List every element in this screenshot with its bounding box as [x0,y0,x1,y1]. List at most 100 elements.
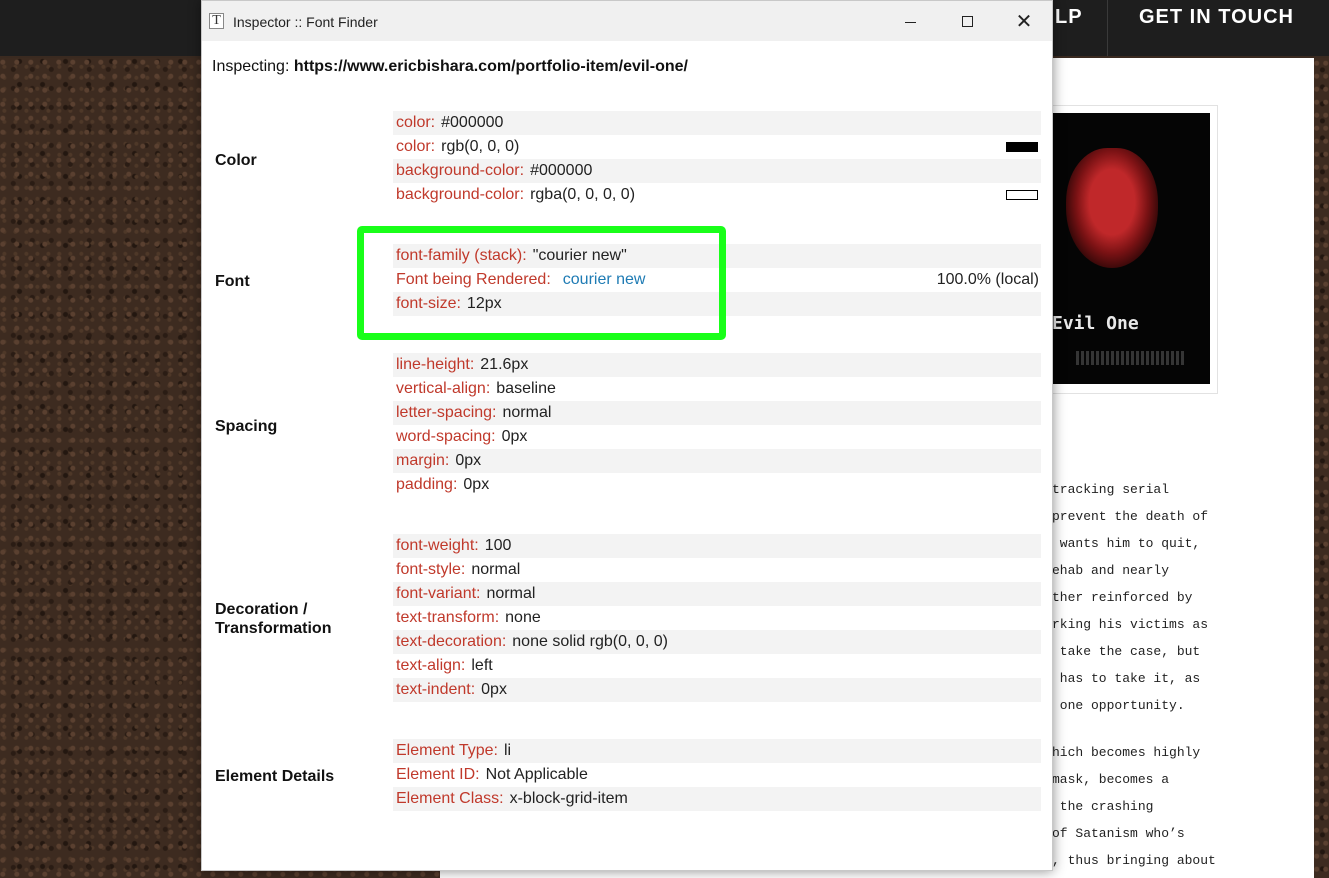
story-line: one opportunity. [1052,698,1185,713]
property-key: Element ID: [396,766,480,783]
property-key: Element Type: [396,742,498,759]
property-key: font-size: [396,295,461,312]
minimize-button[interactable] [897,9,925,35]
property-value: normal [471,561,521,578]
property-value: 0px [481,681,507,698]
property-key: letter-spacing: [396,404,497,421]
property-row: margin: 0px [393,449,1041,473]
inspected-url: https://www.ericbishara.com/portfolio-it… [293,58,688,75]
rendered-font-link[interactable]: courier new [563,271,646,288]
property-value: li [503,742,512,759]
property-row: text-indent: 0px [393,678,1041,702]
inspecting-label: Inspecting: [212,58,290,75]
property-row: Element Type: li [393,739,1041,763]
maximize-button[interactable] [954,9,982,35]
property-row: word-spacing: 0px [393,425,1041,449]
window-title: Inspector :: Font Finder [233,14,378,30]
property-row: color: rgb(0, 0, 0) [393,135,1041,159]
property-key: word-spacing: [396,428,496,445]
property-row: padding: 0px [393,473,1041,497]
property-value: rgb(0, 0, 0) [441,138,520,155]
story-line: prevent the death of [1052,509,1209,524]
inspecting-line: Inspecting: https://www.ericbishara.com/… [212,58,688,76]
color-swatch [1006,142,1038,152]
property-value: none solid rgb(0, 0, 0) [512,633,668,650]
story-line: hich becomes highly [1052,745,1201,760]
story-line: , thus bringing about [1052,853,1216,868]
property-value: baseline [496,380,556,397]
story-paragraph: tracking serial prevent the death of want… [1052,476,1322,719]
story-line: ther reinforced by [1052,590,1193,605]
poster-title: Evil One [1052,313,1139,334]
section-label-spacing: Spacing [215,418,278,435]
property-value: Not Applicable [485,766,588,783]
property-key: font-family (stack): [396,247,527,264]
story-line: has to take it, as [1052,671,1201,686]
property-row: text-decoration: none solid rgb(0, 0, 0) [393,630,1041,654]
section-label-element-details: Element Details [215,768,335,785]
property-value: 100 [484,537,512,554]
poster-credits [1076,351,1186,365]
property-row: Element Class: x-block-grid-item [393,787,1041,811]
property-key: font-variant: [396,585,481,602]
section-label-decoration: Decoration / Transformation [215,600,331,638]
nav-item-get-in-touch[interactable]: GET IN TOUCH [1139,6,1294,29]
element-details-properties: Element Type: li Element ID: Not Applicable… [393,739,1041,811]
section-label-decoration-line1: Decoration / [215,601,308,618]
movie-poster[interactable]: Evil One [1046,113,1210,384]
spacing-properties: line-height: 21.6px vertical-align: baselin… [393,353,1041,497]
property-key: color: [396,114,436,131]
story-line: take the case, but [1052,644,1201,659]
property-value: 21.6px [480,356,529,373]
property-key: background-color: [396,162,525,179]
story-line: tracking serial [1052,482,1170,497]
inspector-window: T Inspector :: Font Finder ✕ Inspecting:… [201,0,1053,871]
property-row: font-size: 12px [393,292,1041,316]
property-value: 0px [455,452,482,469]
property-value: "courier new" [532,247,627,264]
story-line: rking his victims as [1052,617,1209,632]
property-row: font-variant: normal [393,582,1041,606]
close-icon: ✕ [1015,11,1033,33]
property-key: background-color: [396,186,525,203]
property-row: color: #000000 [393,111,1041,135]
property-row: background-color: #000000 [393,159,1041,183]
color-properties: color: #000000 color: rgb(0, 0, 0) backgroun… [393,111,1041,207]
story-line: the crashing [1052,799,1154,814]
story-paragraph: hich becomes highly mask, becomes a the c… [1052,739,1322,874]
property-key: margin: [396,452,450,469]
section-label-decoration-line2: Transformation [215,620,332,637]
devil-mask-image [1066,148,1158,268]
property-value: normal [502,404,552,421]
property-key: text-transform: [396,609,500,626]
property-key: Font being Rendered: [396,271,551,288]
property-value: #000000 [441,114,504,131]
nav-item-help[interactable]: LP [1055,6,1083,29]
property-key: text-indent: [396,681,476,698]
property-value: 0px [501,428,528,445]
title-bar[interactable]: T Inspector :: Font Finder ✕ [202,1,1052,41]
property-row: font-style: normal [393,558,1041,582]
property-value: 12px [466,295,502,312]
property-row: text-align: left [393,654,1041,678]
property-key: text-align: [396,657,466,674]
property-row: line-height: 21.6px [393,353,1041,377]
property-value: rgba(0, 0, 0, 0) [530,186,636,203]
property-row: text-transform: none [393,606,1041,630]
font-match-percentage: 100.0% (local) [936,271,1039,288]
property-key: font-style: [396,561,466,578]
property-value: normal [486,585,536,602]
property-row: background-color: rgba(0, 0, 0, 0) [393,183,1041,207]
close-button[interactable]: ✕ [1010,9,1038,35]
section-label-color: Color [215,152,257,169]
property-value: #000000 [530,162,593,179]
property-key: font-weight: [396,537,479,554]
property-key: color: [396,138,436,155]
color-swatch [1006,190,1038,200]
story-line: of Satanism who’s [1052,826,1185,841]
font-properties: font-family (stack): "courier new" Font be… [393,244,1041,316]
property-row: Element ID: Not Applicable [393,763,1041,787]
story-line: ehab and nearly [1052,563,1170,578]
property-key: line-height: [396,356,475,373]
property-key: padding: [396,476,458,493]
